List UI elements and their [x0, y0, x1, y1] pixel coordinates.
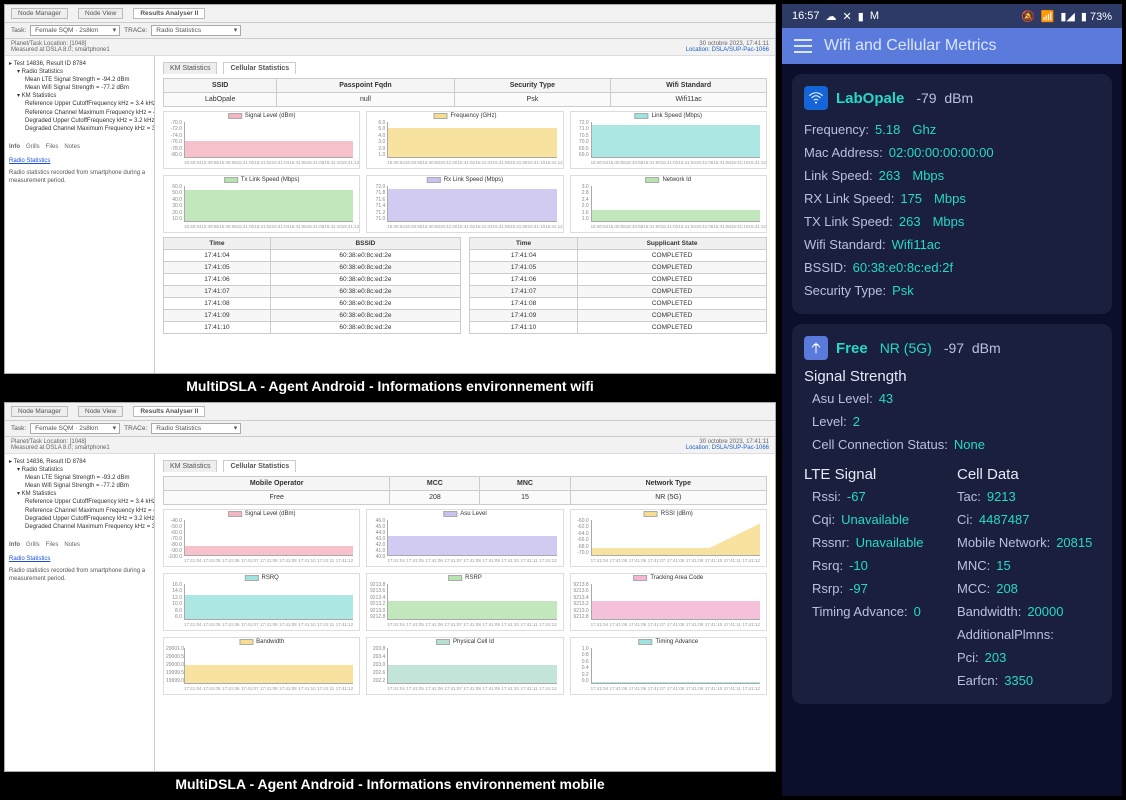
subtab-km[interactable]: KM Statistics — [163, 62, 217, 74]
subtab-cellular[interactable]: Cellular Statistics — [223, 62, 296, 74]
wifi-supplicant-table: TimeSupplicant State17:41:04COMPLETED17:… — [469, 237, 767, 334]
hamburger-icon[interactable] — [794, 39, 812, 53]
wifi-signal: -79 dBm — [916, 90, 973, 106]
subtab-km[interactable]: KM Statistics — [163, 460, 217, 472]
app-title: Wifi and Cellular Metrics — [824, 37, 996, 55]
chart-tracking-area-code: Tracking Area Code9213.89213.69213.49213… — [570, 573, 767, 631]
sim-icon: ▮ — [858, 10, 864, 23]
chart-signal-level-dbm-: Signal Level (dBm)-40.0-50.0-60.0-70.0-8… — [163, 509, 360, 567]
battery-text: ▮ 73% — [1081, 10, 1112, 23]
tab-node-view[interactable]: Node View — [78, 8, 123, 19]
metric-row: Cell Connection Status:None — [812, 433, 1100, 456]
app-bar: Wifi and Cellular Metrics — [782, 28, 1122, 64]
chart-signal-level-dbm-: Signal Level (dBm)-70.0-72.0-74.0-76.0-7… — [163, 111, 360, 169]
chart-rx-link-speed-mbps-: Rx Link Speed (Mbps)72.071.871.671.471.2… — [366, 175, 563, 233]
metric-row: Rssnr:Unavailable — [812, 531, 947, 554]
tab-node-manager[interactable]: Node Manager — [11, 8, 68, 19]
m-icon: M — [870, 10, 879, 22]
metric-row: Timing Advance:0 — [812, 600, 947, 623]
wifi-icon: 📶 — [1041, 10, 1055, 23]
metric-row: BSSID:60:38:e0:8c:ed:2f — [804, 256, 1100, 279]
metric-row: Wifi Standard:Wifi11ac — [804, 233, 1100, 256]
radio-stats-link[interactable]: Radio Statistics — [9, 157, 150, 165]
result-tree[interactable]: ▸ Test 14836, Result ID 8784▾ Radio Stat… — [5, 56, 155, 373]
cloud-icon: ☁ — [826, 10, 837, 23]
subtab-cellular[interactable]: Cellular Statistics — [223, 460, 296, 472]
cellular-card: Free NR (5G) -97 dBm Signal Strength Asu… — [792, 324, 1112, 704]
wifi-info-table: SSIDPasspoint FqdnSecurity TypeWifi Stan… — [163, 78, 767, 107]
wifi-ssid: LabOpale — [836, 90, 904, 107]
tab-node-view[interactable]: Node View — [78, 406, 123, 417]
chart-asu-level: Asu Level46.045.044.043.042.041.040.017:… — [366, 509, 563, 567]
signal-icon: ▮◢ — [1060, 10, 1075, 23]
metric-row: Bandwidth:20000 — [957, 600, 1100, 623]
signal-strength-title: Signal Strength — [804, 368, 1100, 385]
metric-row: Pci:203 — [957, 646, 1100, 669]
metric-row: Mac Address:02:00:00:00:00:00 — [804, 141, 1100, 164]
metric-row: Asu Level:43 — [812, 387, 1100, 410]
metric-row: Link Speed:263Mbps — [804, 164, 1100, 187]
metric-row: MNC:15 — [957, 554, 1100, 577]
wifi-bssid-table: TimeBSSID17:41:0460:38:e0:8c:ed:2e17:41:… — [163, 237, 461, 334]
chart-rsrq: RSRQ16.014.012.010.08.06.017:41:0417:41:… — [163, 573, 360, 631]
radio-stats-link[interactable]: Radio Statistics — [9, 555, 150, 563]
cell-info-table: Mobile OperatorMCCMNCNetwork Type Free20… — [163, 476, 767, 505]
chart-rsrp: RSRP9213.89213.69213.49213.29213.09212.8… — [366, 573, 563, 631]
antenna-icon — [804, 336, 828, 360]
mute-icon: 🔕 — [1021, 10, 1035, 23]
chart-physical-cell-id: Physical Cell Id203.8203.4203.0202.6202.… — [366, 637, 563, 695]
metric-row: TX Link Speed:263Mbps — [804, 210, 1100, 233]
meta-device: Measured at DSLA 8.0; smartphone1 — [11, 47, 110, 53]
wifi-icon — [804, 86, 828, 110]
metric-row: Tac:9213 — [957, 485, 1100, 508]
android-phone: 16:57 ☁ ✕ ▮ M 🔕 📶 ▮◢ ▮ 73% Wifi and Cell… — [782, 4, 1122, 796]
metric-row: Rsrp:-97 — [812, 577, 947, 600]
metric-row: AdditionalPlmns: — [957, 623, 1100, 646]
tab-results-analyser[interactable]: Results Analyser II — [133, 8, 205, 19]
metric-row: Frequency:5.18Ghz — [804, 118, 1100, 141]
metric-row: Earfcn:3350 — [957, 669, 1100, 692]
metric-row: Level:2 — [812, 410, 1100, 433]
chart-network-id: Network Id3.02.82.42.01.61.015:40:5415:4… — [570, 175, 767, 233]
task-dropdown[interactable]: Female SQM · 2s8km — [30, 25, 120, 36]
task-label: Task: — [11, 27, 26, 34]
multidsla-wifi-panel: Node Manager Node View Results Analyser … — [4, 4, 776, 398]
lte-signal-title: LTE Signal — [804, 466, 947, 483]
metric-row: RX Link Speed:175Mbps — [804, 187, 1100, 210]
tab-node-manager[interactable]: Node Manager — [11, 406, 68, 417]
chart-rssi-dbm-: RSSI (dBm)-60.0-62.0-64.0-66.0-68.0-70.0… — [570, 509, 767, 567]
metric-row: Rssi:-67 — [812, 485, 947, 508]
chart-tx-link-speed-mbps-: Tx Link Speed (Mbps)60.050.040.030.020.0… — [163, 175, 360, 233]
chart-timing-advance: Timing Advance1.00.80.60.40.20.017:41:04… — [570, 637, 767, 695]
status-time: 16:57 — [792, 10, 820, 22]
chart-frequency-ghz-: Frequency (GHz)6.05.04.03.02.01.015:40:5… — [366, 111, 563, 169]
metric-row: MCC:208 — [957, 577, 1100, 600]
metric-row: Mobile Network:20815 — [957, 531, 1100, 554]
chart-link-speed-mbps-: Link Speed (Mbps)72.071.070.570.069.569.… — [570, 111, 767, 169]
caption-cellular: MultiDSLA - Agent Android - Informations… — [4, 772, 776, 796]
cell-operator: Free — [836, 340, 868, 357]
chart-bandwidth: Bandwidth20001.020000.520000.019999.5199… — [163, 637, 360, 695]
result-tree[interactable]: ▸ Test 14836, Result ID 8784▾ Radio Stat… — [5, 454, 155, 771]
caption-wifi: MultiDSLA - Agent Android - Informations… — [4, 374, 776, 398]
tab-results-analyser[interactable]: Results Analyser II — [133, 406, 205, 417]
multidsla-cellular-panel: Node Manager Node View Results Analyser … — [4, 402, 776, 796]
metric-row: Rsrq:-10 — [812, 554, 947, 577]
trace-dropdown[interactable]: Radio Statistics — [151, 423, 241, 434]
window-tabs: Node Manager Node View Results Analyser … — [5, 5, 775, 23]
trace-dropdown[interactable]: Radio Statistics — [151, 25, 241, 36]
cell-data-title: Cell Data — [957, 466, 1100, 483]
wifi-card: LabOpale -79 dBm Frequency:5.18GhzMac Ad… — [792, 74, 1112, 314]
task-dropdown[interactable]: Female SQM · 2s8km — [30, 423, 120, 434]
metric-row: Cqi:Unavailable — [812, 508, 947, 531]
meta-loc-link[interactable]: Location: DSLA/SUP-Pac-1066 — [686, 47, 769, 53]
status-bar: 16:57 ☁ ✕ ▮ M 🔕 📶 ▮◢ ▮ 73% — [782, 4, 1122, 28]
metric-row: Ci:4487487 — [957, 508, 1100, 531]
tools-icon: ✕ — [843, 10, 852, 23]
metric-row: Security Type:Psk — [804, 279, 1100, 302]
cell-tech: NR (5G) — [880, 340, 932, 356]
trace-label: TRACe: — [124, 27, 147, 34]
cell-signal: -97 dBm — [944, 340, 1001, 356]
